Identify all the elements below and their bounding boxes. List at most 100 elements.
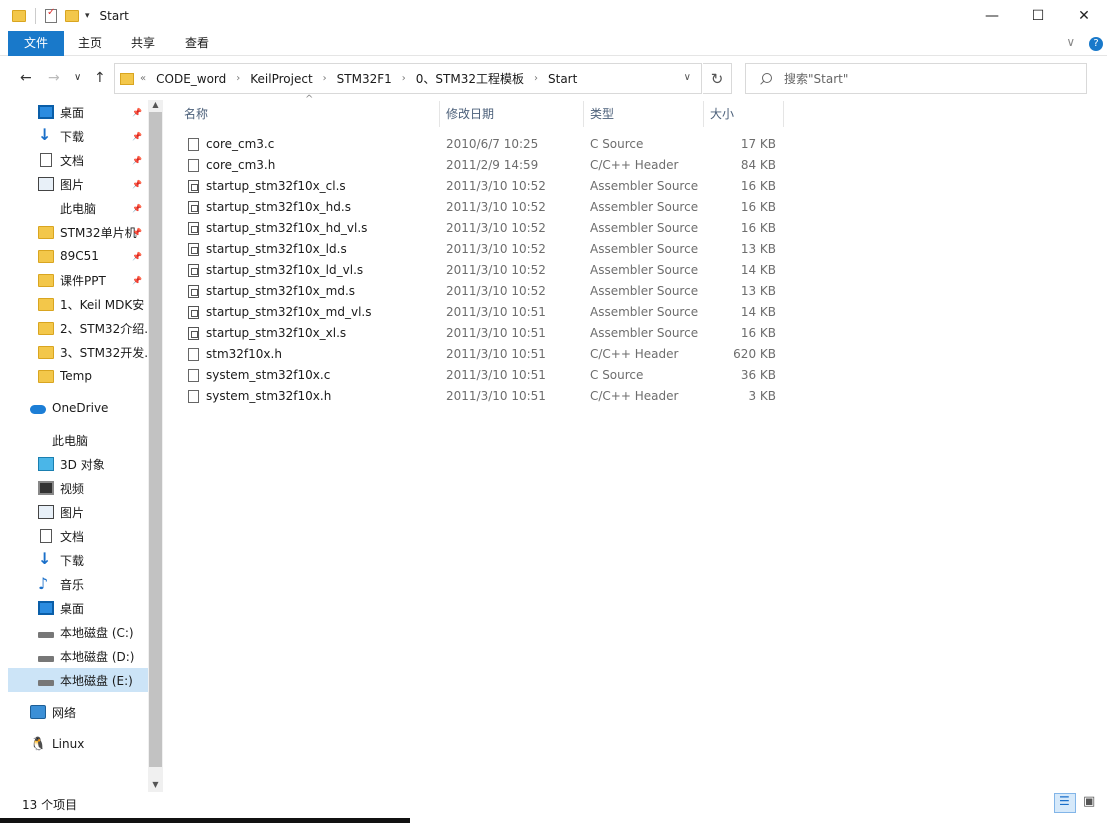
sidebar-item[interactable]: Temp — [8, 364, 148, 388]
sidebar-item[interactable]: 下载 — [8, 548, 148, 572]
file-row[interactable]: startup_stm32f10x_ld.s 2011/3/10 10:52 Ass… — [182, 239, 782, 260]
file-row[interactable]: startup_stm32f10x_md.s 2011/3/10 10:52 Ass… — [182, 281, 782, 302]
chevron-right-icon[interactable]: › — [323, 73, 327, 84]
view-switcher — [1051, 793, 1101, 813]
properties-icon[interactable] — [45, 7, 57, 23]
column-header-name[interactable]: 名称 — [184, 101, 438, 127]
file-size: 3 KB — [748, 389, 776, 403]
tab-share[interactable]: 共享 — [116, 31, 170, 56]
file-row[interactable]: stm32f10x.h 2011/3/10 10:51 C/C++ Header 62… — [182, 344, 782, 365]
column-divider[interactable] — [439, 101, 440, 127]
sidebar-item[interactable]: 本地磁盘 (E:) — [8, 668, 148, 692]
chevron-right-icon[interactable]: › — [236, 73, 240, 84]
column-header-type[interactable]: 类型 — [590, 101, 702, 127]
file-date: 2011/3/10 10:51 — [446, 368, 546, 382]
sidebar-item[interactable]: STM32单片机 📌 — [8, 220, 148, 244]
navigation-pane-scrollbar[interactable]: ▲ ▼ — [148, 100, 163, 792]
asm-file-icon — [188, 222, 199, 235]
file-name: stm32f10x.h — [206, 347, 282, 361]
sidebar-item[interactable]: 2、STM32介绍. — [8, 316, 148, 340]
breadcrumb-item[interactable]: STM32F1 — [337, 72, 392, 86]
recent-locations-button[interactable]: ∨ — [74, 72, 81, 83]
file-row[interactable]: core_cm3.h 2011/2/9 14:59 C/C++ Header 84 K… — [182, 155, 782, 176]
breadcrumb-item[interactable]: CODE_word — [156, 72, 226, 86]
sidebar-item[interactable]: 3、STM32开发. — [8, 340, 148, 364]
sidebar-item[interactable]: 文档 — [8, 524, 148, 548]
sidebar-item[interactable]: 桌面 📌 — [8, 100, 148, 124]
breadcrumb-item[interactable]: KeilProject — [250, 72, 312, 86]
refresh-button[interactable]: ↻ — [703, 63, 732, 94]
sidebar-item[interactable]: 此电脑 📌 — [8, 196, 148, 220]
chevron-right-icon[interactable]: › — [534, 73, 538, 84]
column-divider[interactable] — [783, 101, 784, 127]
sidebar-item[interactable]: 课件PPT 📌 — [8, 268, 148, 292]
breadcrumb-item[interactable]: Start — [548, 72, 577, 86]
address-dropdown-icon[interactable]: ∨ — [684, 72, 691, 83]
file-size: 14 KB — [740, 263, 776, 277]
file-row[interactable]: startup_stm32f10x_hd_vl.s 2011/3/10 10:52… — [182, 218, 782, 239]
sidebar-item[interactable]: 89C51 📌 — [8, 244, 148, 268]
file-type: C/C++ Header — [590, 389, 679, 403]
breadcrumb-overflow-button[interactable]: « — [140, 73, 146, 84]
expand-ribbon-button[interactable]: ∨ — [1066, 35, 1075, 49]
sidebar-item[interactable]: Linux — [8, 732, 148, 756]
back-button[interactable]: ← — [20, 70, 32, 86]
sidebar-item[interactable]: OneDrive — [8, 396, 148, 420]
sidebar-item[interactable]: 网络 — [8, 700, 148, 724]
tab-view[interactable]: 查看 — [170, 31, 224, 56]
minimize-button[interactable]: — — [969, 0, 1015, 31]
sidebar-item[interactable]: 3D 对象 — [8, 452, 148, 476]
column-divider[interactable] — [583, 101, 584, 127]
file-row[interactable]: startup_stm32f10x_ld_vl.s 2011/3/10 10:52… — [182, 260, 782, 281]
maximize-button[interactable]: ☐ — [1015, 0, 1061, 31]
sidebar-item-label: 此电脑 — [52, 433, 89, 448]
file-row[interactable]: startup_stm32f10x_md_vl.s 2011/3/10 10:51… — [182, 302, 782, 323]
column-header-size[interactable]: 大小 — [710, 101, 782, 127]
sidebar-item[interactable]: 视频 — [8, 476, 148, 500]
sidebar-item[interactable]: 图片 📌 — [8, 172, 148, 196]
close-button[interactable]: ✕ — [1061, 0, 1107, 31]
forward-button[interactable]: → — [48, 70, 60, 86]
file-size: 14 KB — [740, 305, 776, 319]
details-view-icon[interactable] — [1054, 793, 1076, 813]
sidebar-item[interactable]: 下载 📌 — [8, 124, 148, 148]
sidebar-item[interactable]: 本地磁盘 (D:) — [8, 644, 148, 668]
up-button[interactable]: ↑ — [94, 70, 106, 86]
sidebar-item-label: 桌面 — [60, 105, 85, 120]
file-row[interactable]: startup_stm32f10x_cl.s 2011/3/10 10:52 Ass… — [182, 176, 782, 197]
ribbon-right-controls: ∨ ? — [1066, 35, 1103, 51]
column-header-date[interactable]: 修改日期 — [446, 101, 582, 127]
scroll-down-icon[interactable]: ▼ — [148, 780, 163, 792]
help-icon[interactable]: ? — [1089, 37, 1103, 51]
breadcrumb-item[interactable]: 0、STM32工程模板 — [416, 70, 524, 87]
file-row[interactable]: startup_stm32f10x_xl.s 2011/3/10 10:51 Ass… — [182, 323, 782, 344]
new-folder-icon[interactable] — [65, 9, 79, 22]
file-row[interactable]: system_stm32f10x.c 2011/3/10 10:51 C Sourc… — [182, 365, 782, 386]
sidebar-item[interactable]: 此电脑 — [8, 428, 148, 452]
tab-file[interactable]: 文件 — [8, 31, 64, 56]
chevron-right-icon[interactable]: › — [402, 73, 406, 84]
folder-icon — [38, 273, 54, 287]
sidebar-item[interactable]: 本地磁盘 (C:) — [8, 620, 148, 644]
sidebar-item[interactable]: 文档 📌 — [8, 148, 148, 172]
search-input[interactable] — [784, 71, 1064, 86]
large-icons-view-icon[interactable] — [1079, 793, 1101, 813]
file-row[interactable]: startup_stm32f10x_hd.s 2011/3/10 10:52 Ass… — [182, 197, 782, 218]
sidebar-item[interactable]: 桌面 — [8, 596, 148, 620]
column-divider[interactable] — [703, 101, 704, 127]
sidebar-item[interactable]: 图片 — [8, 500, 148, 524]
file-date: 2011/3/10 10:52 — [446, 263, 546, 277]
scrollbar-thumb[interactable] — [149, 112, 162, 767]
sidebar-item-label: 下载 — [60, 129, 85, 144]
sidebar-item[interactable]: 音乐 — [8, 572, 148, 596]
scroll-up-icon[interactable]: ▲ — [148, 100, 163, 112]
sidebar-item[interactable]: 1、Keil MDK安 — [8, 292, 148, 316]
search-box[interactable] — [745, 63, 1087, 94]
file-row[interactable]: core_cm3.c 2010/6/7 10:25 C Source 17 KB — [182, 134, 782, 155]
address-bar[interactable]: « CODE_word › KeilProject › STM32F1 › 0、… — [114, 63, 702, 94]
sidebar-item-label: 下载 — [60, 553, 85, 568]
customize-toolbar-dropdown-icon[interactable]: ▾ — [85, 11, 90, 21]
file-row[interactable]: system_stm32f10x.h 2011/3/10 10:51 C/C++ H… — [182, 386, 782, 407]
tab-home[interactable]: 主页 — [64, 31, 116, 56]
file-type: Assembler Source — [590, 221, 699, 235]
